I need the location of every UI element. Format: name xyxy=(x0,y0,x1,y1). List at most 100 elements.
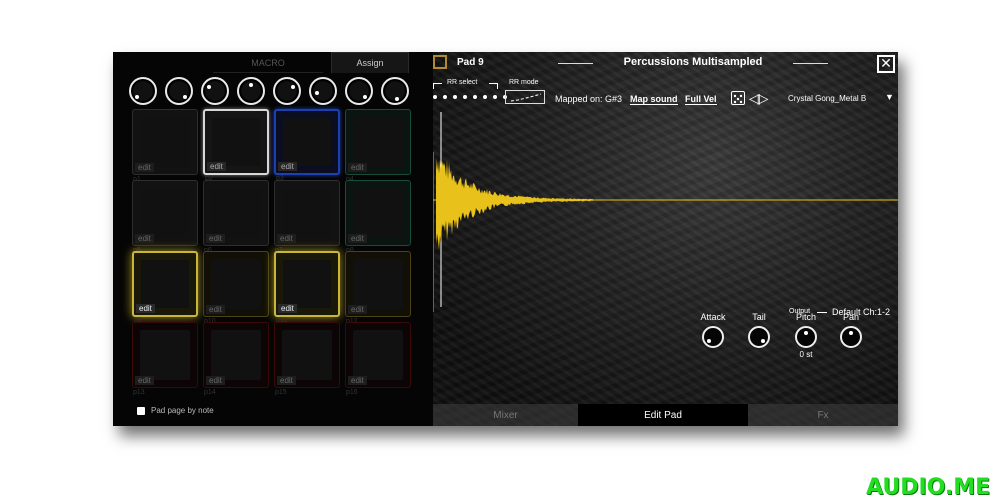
pad-p4[interactable]: editp4 xyxy=(345,109,411,183)
pad-edit-button[interactable]: edit xyxy=(348,163,367,172)
close-icon[interactable]: ✕ xyxy=(877,55,895,73)
rr-select-dots[interactable] xyxy=(433,95,507,99)
pad-p5[interactable]: editp5 xyxy=(132,180,198,254)
macro-knob[interactable] xyxy=(201,77,229,105)
dice-dots xyxy=(733,94,743,104)
pad-p10[interactable]: editp10 xyxy=(203,251,269,325)
pad-surface[interactable] xyxy=(353,259,403,309)
pad-edit-button[interactable]: edit xyxy=(348,234,367,243)
pad-p15[interactable]: edit p15 xyxy=(274,322,340,396)
pad-surface[interactable] xyxy=(282,330,332,380)
pad-edit-button[interactable]: edit xyxy=(277,234,296,243)
pad-surface[interactable] xyxy=(140,117,190,167)
pad-surface[interactable] xyxy=(211,188,261,238)
pad-edit-button[interactable]: edit xyxy=(135,163,154,172)
map-sound-button[interactable]: Map sound xyxy=(630,94,678,105)
watermark-logo: AUDIO.ME xyxy=(866,475,991,500)
pad-p6[interactable]: editp6 xyxy=(203,180,269,254)
tab-mixer[interactable]: Mixer xyxy=(433,404,578,426)
rr-dot[interactable] xyxy=(493,95,497,99)
pan-knob[interactable] xyxy=(840,326,862,348)
tab-fx[interactable]: Fx xyxy=(748,404,898,426)
pad-p3[interactable]: edit p3 xyxy=(274,109,340,182)
tab-macro[interactable]: MACRO xyxy=(213,54,323,73)
macro-knob[interactable] xyxy=(309,77,337,105)
pad-p8[interactable]: editp8 xyxy=(345,180,411,254)
pad-surface[interactable] xyxy=(283,260,331,308)
pad-edit-button[interactable]: edit xyxy=(278,304,297,313)
macro-knob[interactable] xyxy=(273,77,301,105)
pad-edit-button[interactable]: edit xyxy=(348,305,367,314)
pad-color-swatch[interactable] xyxy=(433,55,447,69)
tail-knob[interactable] xyxy=(748,326,770,348)
sample-dropdown-icon[interactable]: ▼ xyxy=(885,92,894,102)
rr-mode-selector[interactable] xyxy=(505,90,545,104)
rr-dot[interactable] xyxy=(473,95,477,99)
pad-surface[interactable] xyxy=(141,260,189,308)
pad-surface[interactable] xyxy=(140,188,190,238)
pad-edit-button[interactable]: edit xyxy=(206,305,225,314)
pad-surface[interactable] xyxy=(353,330,403,380)
pitch-knob[interactable] xyxy=(795,326,817,348)
pad-edit-button[interactable]: edit xyxy=(206,234,225,243)
pad-surface[interactable] xyxy=(282,188,332,238)
pad-edit-button[interactable]: edit xyxy=(206,376,225,385)
pad-surface[interactable] xyxy=(211,330,261,380)
sample-prev-next-icon[interactable]: ◁▷ xyxy=(749,90,768,107)
pad-surface[interactable] xyxy=(353,188,403,238)
pad-p1[interactable]: editp1 xyxy=(132,109,198,183)
pitch-control[interactable]: Pitch 0 st xyxy=(786,312,826,359)
macro-knob[interactable] xyxy=(381,77,409,105)
macro-knob[interactable] xyxy=(345,77,373,105)
pad-edit-button[interactable]: edit xyxy=(207,162,226,171)
pad-edit-button[interactable]: edit xyxy=(278,162,297,171)
pad-edit-button[interactable]: edit xyxy=(135,234,154,243)
macro-knob[interactable] xyxy=(129,77,157,105)
attack-control[interactable]: Attack xyxy=(693,312,733,348)
attack-knob[interactable] xyxy=(702,326,724,348)
edit-panel: Pad 9 Percussions Multisampled ✕ RR sele… xyxy=(433,52,898,426)
pad-edit-button[interactable]: edit xyxy=(136,304,155,313)
pad-surface[interactable] xyxy=(211,259,261,309)
pad-number-label: p15 xyxy=(275,389,287,396)
rr-dot[interactable] xyxy=(453,95,457,99)
pad-edit-button[interactable]: edit xyxy=(135,376,154,385)
waveform-start-marker[interactable] xyxy=(433,152,434,312)
pad-p7[interactable]: editp7 xyxy=(274,180,340,254)
title-line-left xyxy=(558,63,593,64)
pad-edit-button[interactable]: edit xyxy=(277,376,296,385)
dice-icon[interactable] xyxy=(731,91,745,105)
macro-knob[interactable] xyxy=(237,77,265,105)
tail-control[interactable]: Tail xyxy=(739,312,779,348)
rr-dot[interactable] xyxy=(463,95,467,99)
tab-assign[interactable]: Assign xyxy=(331,52,409,73)
waveform-display[interactable] xyxy=(433,112,898,312)
waveform-shape xyxy=(436,157,593,250)
output-selector[interactable]: Default Ch:1-2 xyxy=(832,307,890,317)
pad-surface[interactable] xyxy=(353,117,403,167)
rr-dot[interactable] xyxy=(443,95,447,99)
pad-surface[interactable] xyxy=(283,118,331,166)
pad-p14[interactable]: edit p14 xyxy=(203,322,269,396)
rr-dot[interactable] xyxy=(483,95,487,99)
pad-surface[interactable] xyxy=(212,118,260,166)
rr-dot[interactable] xyxy=(433,95,437,99)
tab-edit-pad[interactable]: Edit Pad xyxy=(578,404,748,426)
pad-p12[interactable]: editp12 xyxy=(345,251,411,325)
instrument-title: Percussions Multisampled xyxy=(623,56,763,68)
pad-page-checkbox[interactable] xyxy=(137,406,145,415)
pad-p2[interactable]: edit p2 xyxy=(203,109,269,182)
pad-title: Pad 9 xyxy=(457,57,484,68)
pad-p16[interactable]: edit p16 xyxy=(345,322,411,396)
pitch-value: 0 st xyxy=(799,350,813,359)
macro-knob[interactable] xyxy=(165,77,193,105)
pan-control[interactable]: Pan xyxy=(831,312,871,348)
pad-edit-button[interactable]: edit xyxy=(348,376,367,385)
pad-p13[interactable]: edit p13 xyxy=(132,322,198,396)
full-vel-button[interactable]: Full Vel xyxy=(685,94,717,105)
title-line-right xyxy=(793,63,828,64)
pad-page-by-note-option[interactable]: Pad page by note xyxy=(137,406,214,415)
pad-p9[interactable]: edit p9 xyxy=(132,251,198,324)
pad-p11[interactable]: edit p11 xyxy=(274,251,340,324)
pad-surface[interactable] xyxy=(140,330,190,380)
